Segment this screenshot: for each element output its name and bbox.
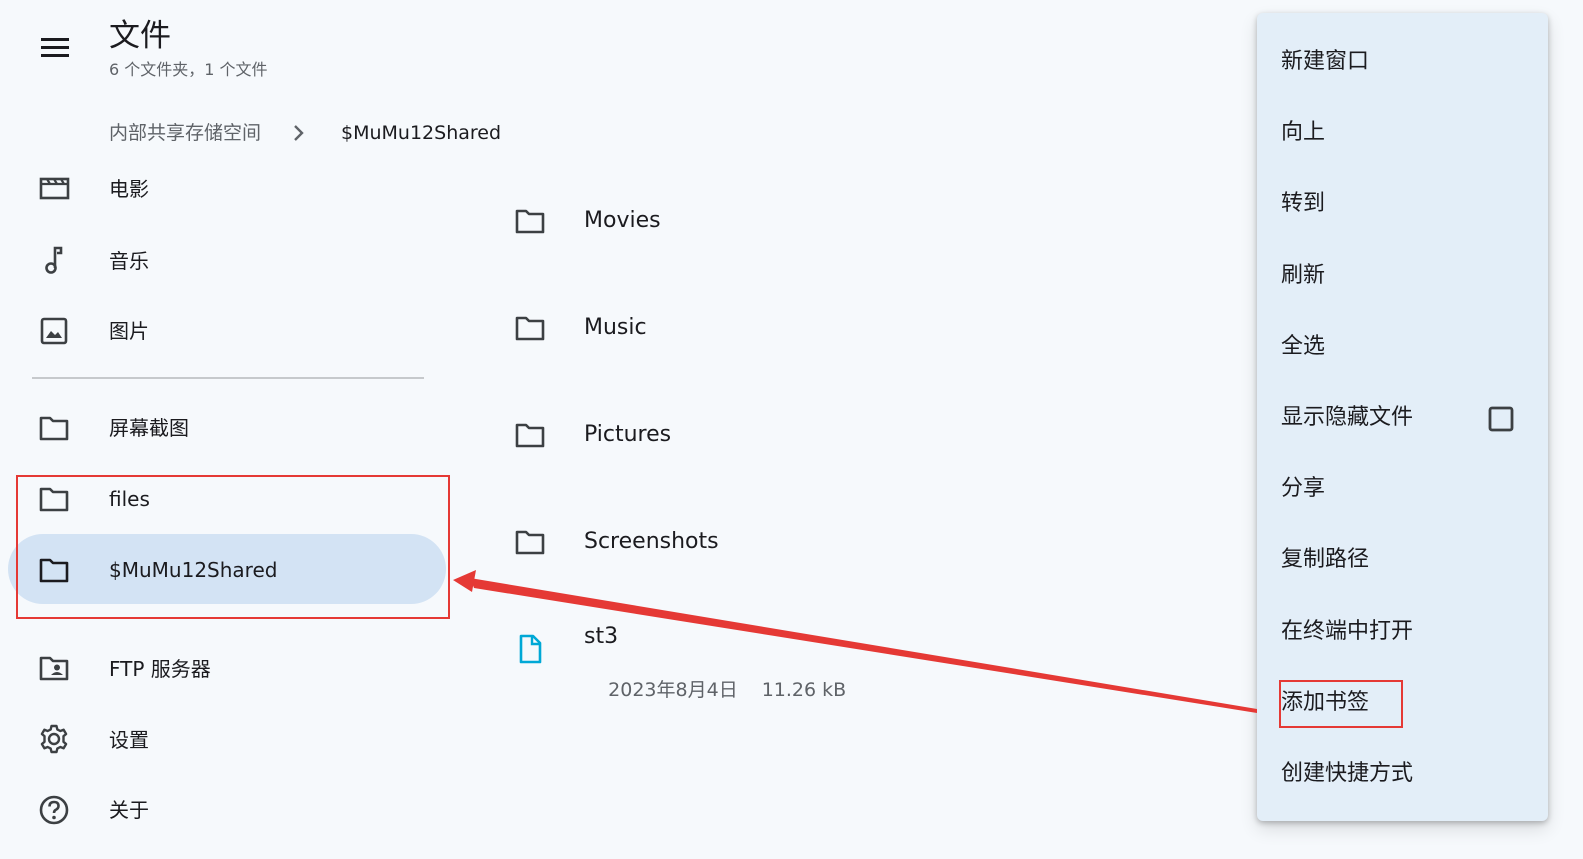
sidebar-item-music[interactable]: 音乐 — [8, 224, 446, 294]
menu-item-label: 创建快捷方式 — [1281, 761, 1414, 786]
sidebar-item-label: FTP 服务器 — [109, 657, 211, 681]
sidebar-item-label: 电影 — [109, 177, 149, 201]
menu-item-copy-path[interactable]: 复制路径 — [1257, 525, 1548, 596]
menu-item-label: 向上 — [1281, 120, 1326, 145]
file-meta: 2023年8月4日 11.26 kB — [584, 654, 846, 726]
file-size: 11.26 kB — [761, 679, 847, 701]
sidebar-item-settings[interactable]: 设置 — [8, 703, 446, 773]
sidebar-item-about[interactable]: 关于 — [8, 774, 446, 844]
page-subtitle: 6 个文件夹，1 个文件 — [109, 60, 268, 79]
folder-icon — [514, 205, 546, 237]
sidebar-item-ftp-server[interactable]: FTP 服务器 — [8, 632, 446, 702]
sidebar-item-screenshots[interactable]: 屏幕截图 — [8, 392, 446, 462]
ftp-server-icon — [38, 652, 70, 684]
menu-item-go-to[interactable]: 转到 — [1257, 169, 1548, 240]
file-list-item-screenshots[interactable]: Screenshots — [500, 512, 1240, 572]
file-name: Pictures — [584, 422, 672, 447]
highlight-box-add-bookmark — [1279, 680, 1403, 728]
sidebar-item-label: 音乐 — [109, 249, 149, 273]
file-date: 2023年8月4日 — [608, 679, 738, 701]
gear-icon — [38, 723, 70, 755]
folder-icon — [514, 312, 546, 344]
menu-item-label: 在终端中打开 — [1281, 619, 1414, 644]
menu-item-label: 复制路径 — [1281, 547, 1370, 572]
sidebar-item-label: 屏幕截图 — [109, 416, 189, 440]
chevron-right-icon — [288, 121, 308, 145]
breadcrumb-item-internal-storage[interactable]: 内部共享存储空间 — [109, 120, 261, 146]
sidebar-item-label: 关于 — [109, 798, 149, 822]
hamburger-menu-icon[interactable] — [28, 32, 82, 66]
menu-item-create-shortcut[interactable]: 创建快捷方式 — [1257, 739, 1548, 810]
file-name: Music — [584, 315, 647, 340]
document-icon — [514, 633, 546, 665]
music-note-icon — [38, 244, 70, 276]
highlight-box-sidebar — [16, 475, 450, 619]
sidebar-divider — [32, 377, 424, 379]
menu-item-select-all[interactable]: 全选 — [1257, 312, 1548, 383]
sidebar-item-movies[interactable]: 电影 — [8, 152, 446, 222]
movie-icon — [38, 172, 70, 204]
file-list-item-movies[interactable]: Movies — [500, 191, 1240, 251]
show-hidden-files-checkbox[interactable] — [1488, 406, 1514, 432]
folder-icon — [514, 526, 546, 558]
help-icon — [38, 794, 70, 826]
file-list-item-st3[interactable]: st3 2023年8月4日 11.26 kB — [500, 620, 1240, 701]
menu-item-share[interactable]: 分享 — [1257, 454, 1548, 525]
folder-icon — [38, 412, 70, 444]
file-name: st3 — [584, 624, 619, 649]
file-list-item-music[interactable]: Music — [500, 298, 1240, 358]
menu-item-label: 新建窗口 — [1281, 49, 1370, 74]
image-icon — [38, 315, 70, 347]
menu-item-label: 全选 — [1281, 334, 1326, 359]
sidebar-item-label: 设置 — [109, 728, 149, 752]
menu-item-new-window[interactable]: 新建窗口 — [1257, 27, 1548, 98]
sidebar-item-pictures[interactable]: 图片 — [8, 295, 446, 365]
menu-item-label: 分享 — [1281, 476, 1326, 501]
menu-item-label: 刷新 — [1281, 263, 1326, 288]
file-name: Movies — [584, 208, 661, 233]
file-name: Screenshots — [584, 529, 719, 554]
breadcrumb-item-current[interactable]: $MuMu12Shared — [341, 120, 501, 146]
sidebar-item-label: 图片 — [109, 319, 149, 343]
folder-icon — [514, 419, 546, 451]
page-title: 文件 — [109, 18, 171, 54]
menu-item-up[interactable]: 向上 — [1257, 98, 1548, 169]
menu-item-refresh[interactable]: 刷新 — [1257, 241, 1548, 312]
file-list-item-pictures[interactable]: Pictures — [500, 405, 1240, 465]
menu-item-label: 显示隐藏文件 — [1281, 405, 1414, 430]
menu-item-open-in-terminal[interactable]: 在终端中打开 — [1257, 597, 1548, 668]
menu-item-label: 转到 — [1281, 191, 1326, 216]
